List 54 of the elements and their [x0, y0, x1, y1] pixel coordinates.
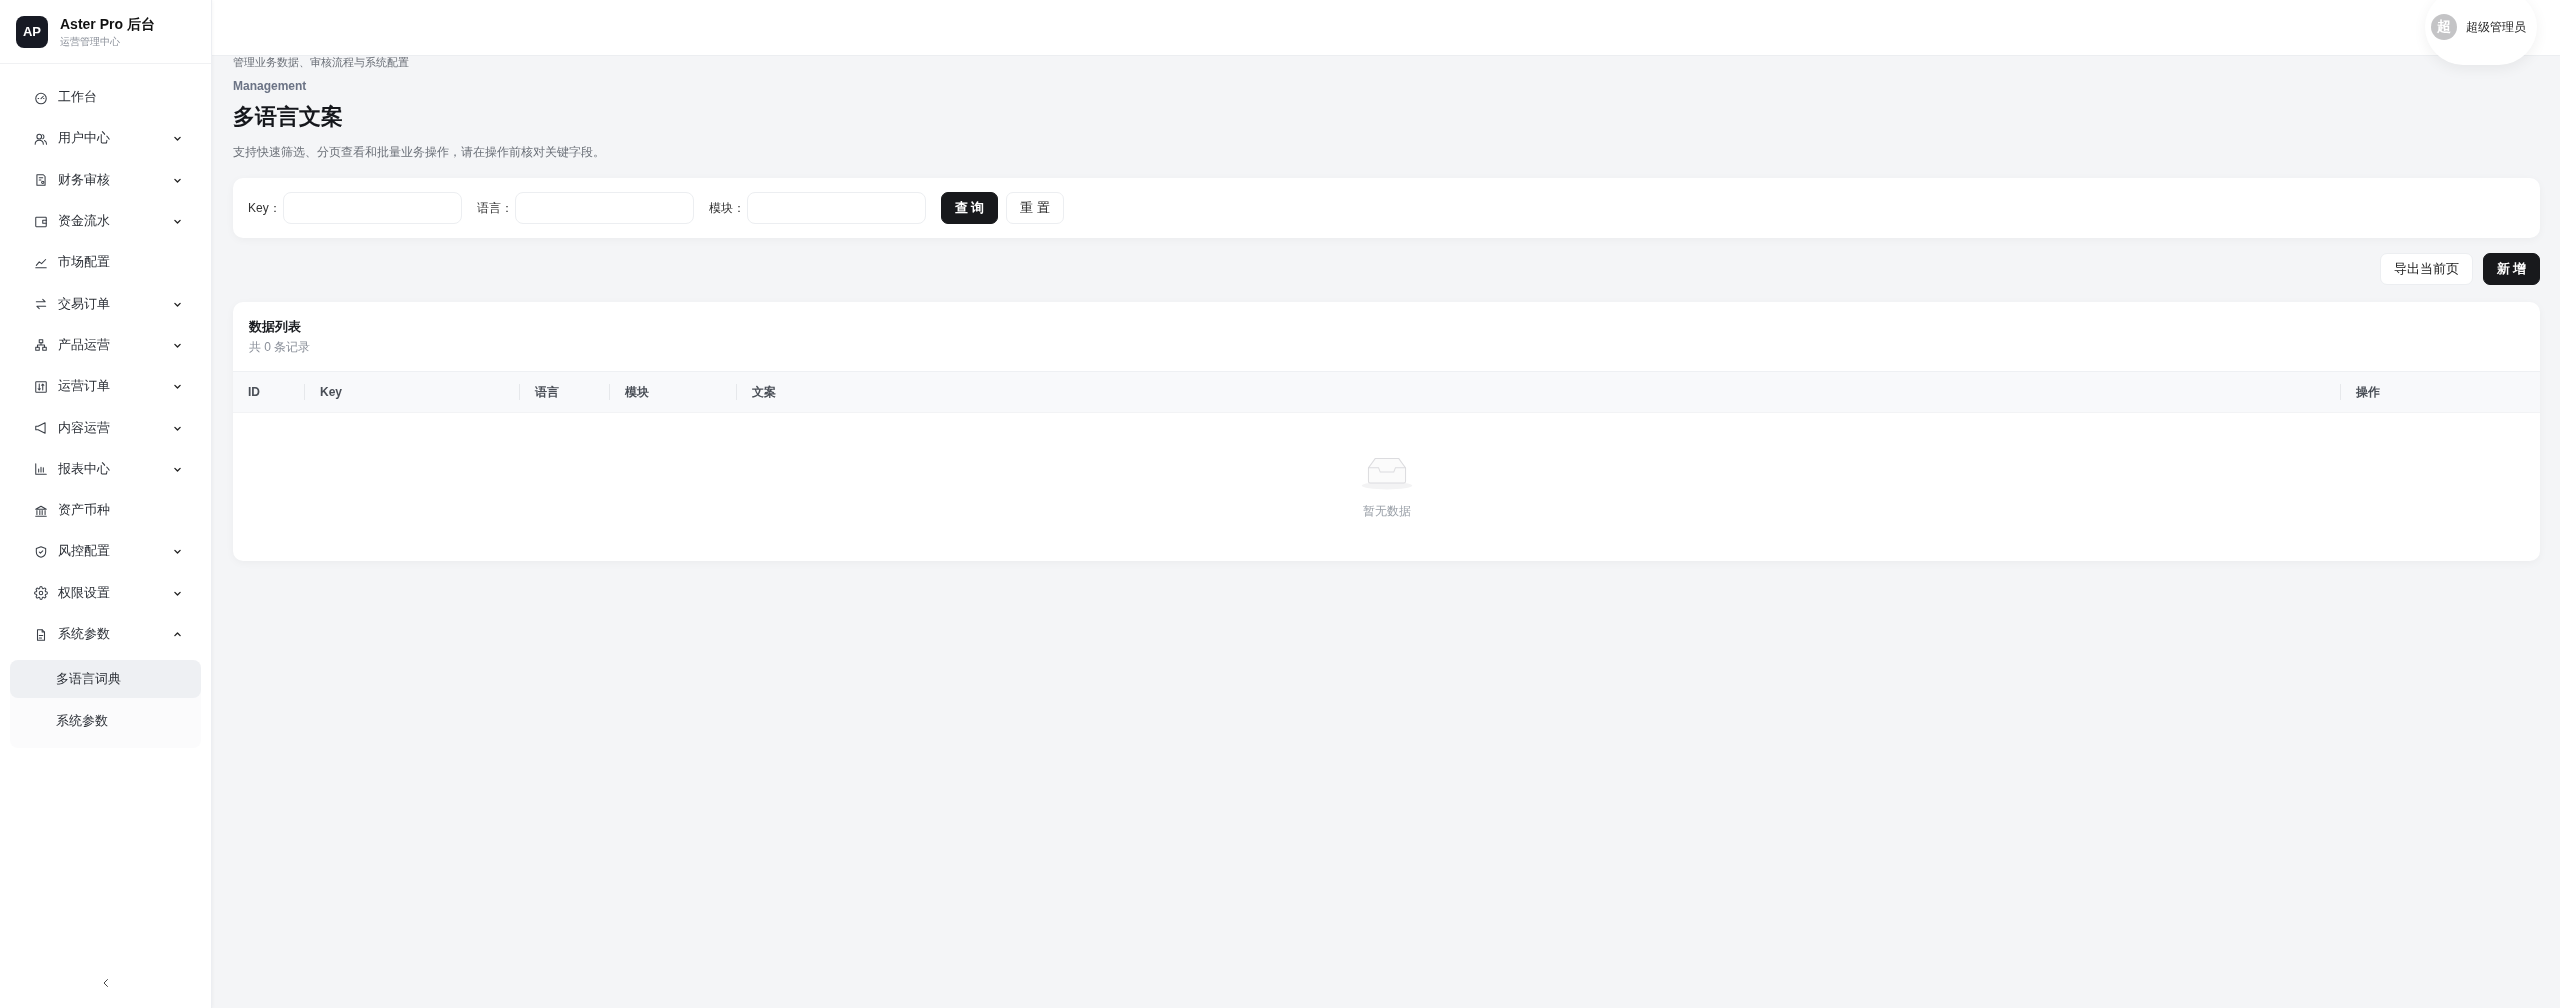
add-button[interactable]: 新 增	[2482, 253, 2540, 285]
search-button[interactable]: 查 询	[940, 192, 999, 224]
sidebar-item[interactable]: 权限设置	[10, 572, 201, 614]
table-title: 数据列表	[249, 318, 302, 336]
column-header: Key	[305, 372, 520, 412]
sidebar-item[interactable]: 用户中心	[10, 118, 201, 160]
sidebar-item[interactable]: 内容运营	[10, 407, 201, 449]
column-header: 操作	[2355, 383, 2381, 401]
column-header: ID	[233, 372, 305, 412]
sitemap-icon	[34, 338, 48, 353]
user-avatar: 超	[2431, 14, 2457, 40]
sidebar-item[interactable]: 系统参数	[10, 613, 201, 656]
user-menu-button[interactable]: 超 超级管理员	[2425, 0, 2537, 65]
record-count: 共 0 条记录	[249, 339, 312, 355]
megaphone-icon	[34, 421, 48, 435]
page-subtitle: 管理业务数据、审核流程与系统配置	[233, 56, 410, 69]
export-button[interactable]: 导出当前页	[2379, 253, 2473, 285]
empty-message: 暂无数据	[1362, 503, 1411, 519]
sidebar-item[interactable]: 市场配置	[10, 242, 201, 284]
app-subtitle: 运营管理中心	[60, 35, 121, 48]
column-header: 文案	[737, 372, 2341, 412]
submenu-item[interactable]: 多语言词典	[10, 660, 201, 699]
users-icon	[34, 131, 48, 146]
column-header: 语言	[520, 372, 610, 412]
sidebar-item[interactable]: 报表中心	[10, 448, 201, 490]
bar-chart-icon	[34, 462, 48, 477]
sidebar-item[interactable]: 风控配置	[10, 531, 201, 573]
bank-icon	[34, 503, 48, 518]
receipt-icon	[34, 173, 48, 188]
inbox-icon	[1359, 455, 1414, 490]
sidebar-item[interactable]: 资产币种	[10, 489, 201, 532]
app-title: Aster Pro 后台	[60, 15, 155, 33]
shield-check-icon	[34, 544, 48, 559]
field-label: 模块：	[708, 199, 745, 217]
column-header: 模块	[610, 372, 737, 412]
field-label: 语言：	[476, 199, 513, 217]
document-icon	[34, 627, 48, 642]
sidebar-item[interactable]: 交易订单	[10, 283, 201, 325]
section-eyebrow: Management	[233, 78, 308, 94]
sidebar-item[interactable]: 产品运营	[10, 324, 201, 367]
wallet-icon	[34, 214, 48, 229]
submenu-item[interactable]: 系统参数	[10, 702, 201, 741]
sidebar-item[interactable]: 资金流水	[10, 200, 201, 243]
page-description: 支持快速筛选、分页查看和批量业务操作，请在操作前核对关键字段。	[233, 144, 606, 161]
settings-icon	[34, 586, 48, 601]
sidebar-item[interactable]: 工作台	[10, 77, 201, 119]
page-title: 多语言文案	[233, 103, 344, 131]
logo-mark: AP	[16, 15, 48, 48]
reset-button[interactable]: 重 置	[1006, 192, 1064, 224]
field-label: Key：	[248, 199, 281, 217]
sidebar-item[interactable]: 运营订单	[10, 366, 201, 408]
sidebar-item[interactable]: 财务审核	[10, 159, 201, 201]
gauge-icon	[34, 90, 48, 105]
sort-box-icon	[34, 379, 48, 394]
